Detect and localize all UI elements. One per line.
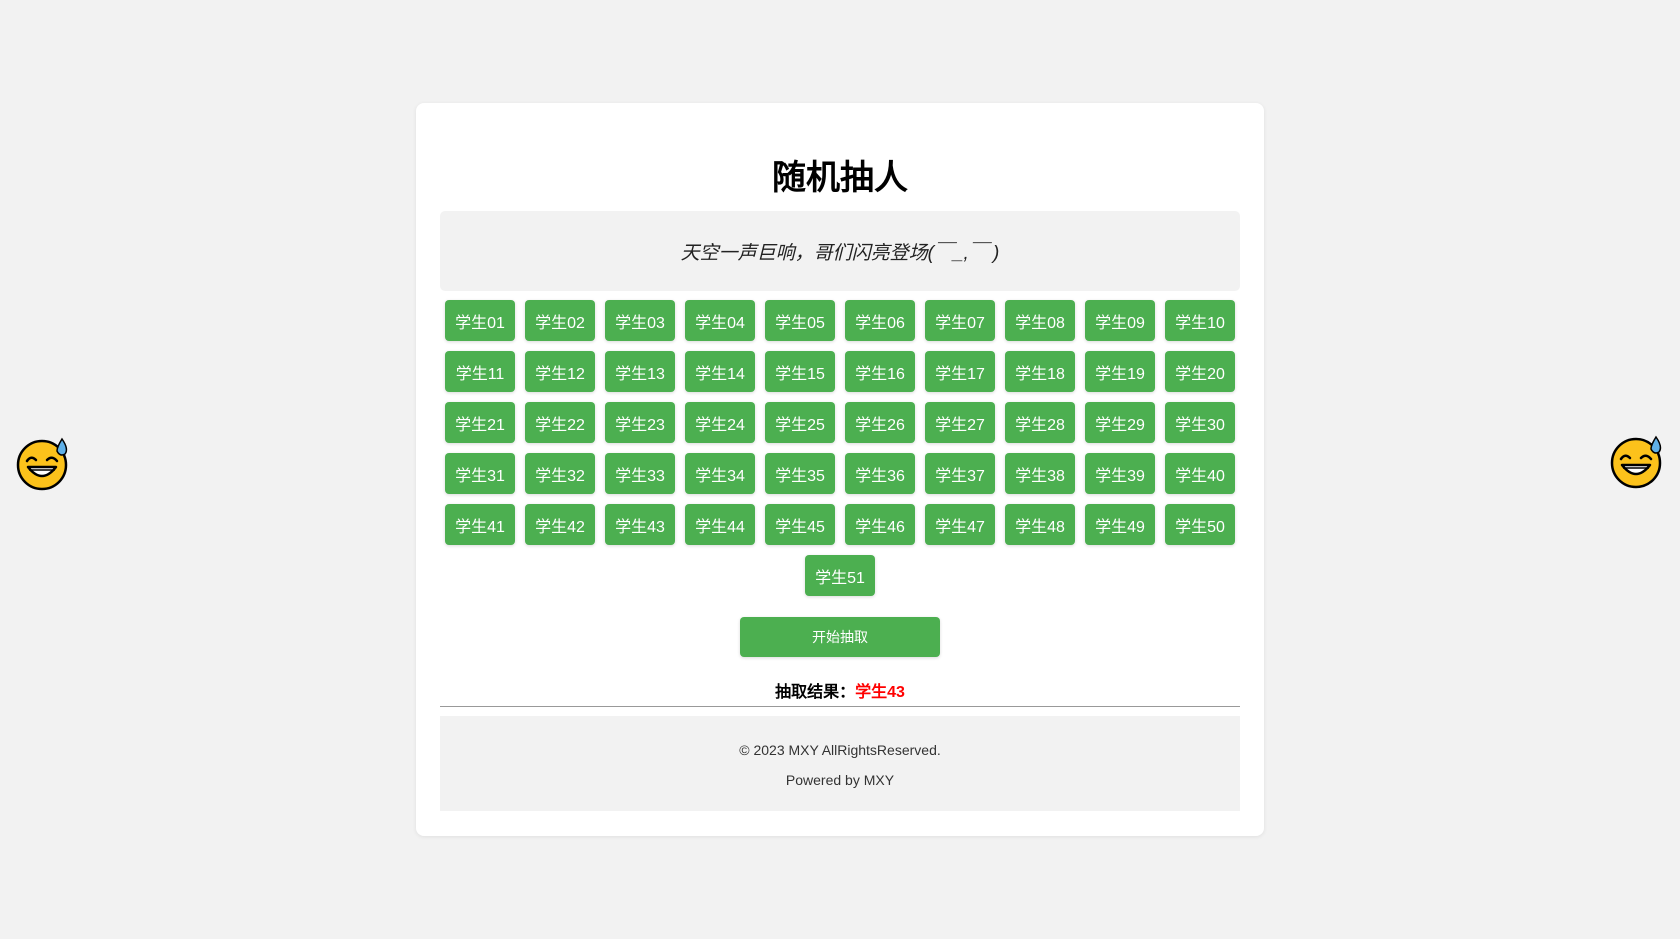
footer-copyright: © 2023 MXY AllRightsReserved. (739, 742, 941, 758)
student-button[interactable]: 学生08 (1005, 300, 1075, 341)
student-button[interactable]: 学生11 (445, 351, 515, 392)
footer: © 2023 MXY AllRightsReserved. Powered by… (440, 716, 1240, 811)
student-button[interactable]: 学生12 (525, 351, 595, 392)
student-button[interactable]: 学生42 (525, 504, 595, 545)
student-button[interactable]: 学生51 (805, 555, 875, 596)
student-button[interactable]: 学生22 (525, 402, 595, 443)
student-button[interactable]: 学生07 (925, 300, 995, 341)
student-button[interactable]: 学生19 (1085, 351, 1155, 392)
student-button[interactable]: 学生17 (925, 351, 995, 392)
student-button[interactable]: 学生26 (845, 402, 915, 443)
student-button[interactable]: 学生24 (685, 402, 755, 443)
result-label: 抽取结果： (775, 684, 856, 701)
student-button[interactable]: 学生15 (765, 351, 835, 392)
student-button[interactable]: 学生36 (845, 453, 915, 494)
student-button[interactable]: 学生47 (925, 504, 995, 545)
student-button[interactable]: 学生13 (605, 351, 675, 392)
student-button[interactable]: 学生18 (1005, 351, 1075, 392)
student-button[interactable]: 学生23 (605, 402, 675, 443)
student-button[interactable]: 学生30 (1165, 402, 1235, 443)
student-button[interactable]: 学生39 (1085, 453, 1155, 494)
student-button[interactable]: 学生20 (1165, 351, 1235, 392)
student-button[interactable]: 学生14 (685, 351, 755, 392)
student-grid: 学生01 学生02 学生03 学生04 学生05 学生06 学生07 学生08 学生09 学生10… (440, 300, 1240, 596)
student-button[interactable]: 学生43 (605, 504, 675, 545)
divider (440, 706, 1240, 707)
student-button[interactable]: 学生05 (765, 300, 835, 341)
student-button[interactable]: 学生28 (1005, 402, 1075, 443)
student-button[interactable]: 学生32 (525, 453, 595, 494)
student-button[interactable]: 学生40 (1165, 453, 1235, 494)
student-button[interactable]: 学生46 (845, 504, 915, 545)
footer-powered: Powered by MXY (785, 772, 895, 788)
grinning-sweat-icon (16, 437, 68, 491)
student-button[interactable]: 学生29 (1085, 402, 1155, 443)
grinning-sweat-icon (1610, 435, 1662, 489)
student-button[interactable]: 学生50 (1165, 504, 1235, 545)
result-line: 抽取结果：学生43 (0, 678, 1680, 702)
student-button[interactable]: 学生06 (845, 300, 915, 341)
student-button[interactable]: 学生49 (1085, 504, 1155, 545)
student-button[interactable]: 学生45 (765, 504, 835, 545)
quote-text: 天空一声巨响，哥们闪亮登场(￣_,￣ ) (680, 242, 1000, 264)
student-button[interactable]: 学生31 (445, 453, 515, 494)
student-button[interactable]: 学生35 (765, 453, 835, 494)
start-draw-button[interactable]: 开始抽取 (740, 617, 940, 657)
student-button[interactable]: 学生16 (845, 351, 915, 392)
student-button[interactable]: 学生01 (445, 300, 515, 341)
student-button[interactable]: 学生33 (605, 453, 675, 494)
student-button[interactable]: 学生38 (1005, 453, 1075, 494)
student-button[interactable]: 学生03 (605, 300, 675, 341)
student-button[interactable]: 学生02 (525, 300, 595, 341)
student-button[interactable]: 学生41 (445, 504, 515, 545)
result-value: 学生43 (855, 684, 905, 701)
student-button[interactable]: 学生48 (1005, 504, 1075, 545)
student-button[interactable]: 学生04 (685, 300, 755, 341)
student-button[interactable]: 学生34 (685, 453, 755, 494)
student-button[interactable]: 学生44 (685, 504, 755, 545)
student-button[interactable]: 学生25 (765, 402, 835, 443)
student-button[interactable]: 学生10 (1165, 300, 1235, 341)
student-button[interactable]: 学生09 (1085, 300, 1155, 341)
page-title: 随机抽人 (772, 159, 908, 197)
student-button[interactable]: 学生27 (925, 402, 995, 443)
student-button[interactable]: 学生37 (925, 453, 995, 494)
student-button[interactable]: 学生21 (445, 402, 515, 443)
quote-box: 天空一声巨响，哥们闪亮登场(￣_,￣ ) (440, 211, 1240, 291)
